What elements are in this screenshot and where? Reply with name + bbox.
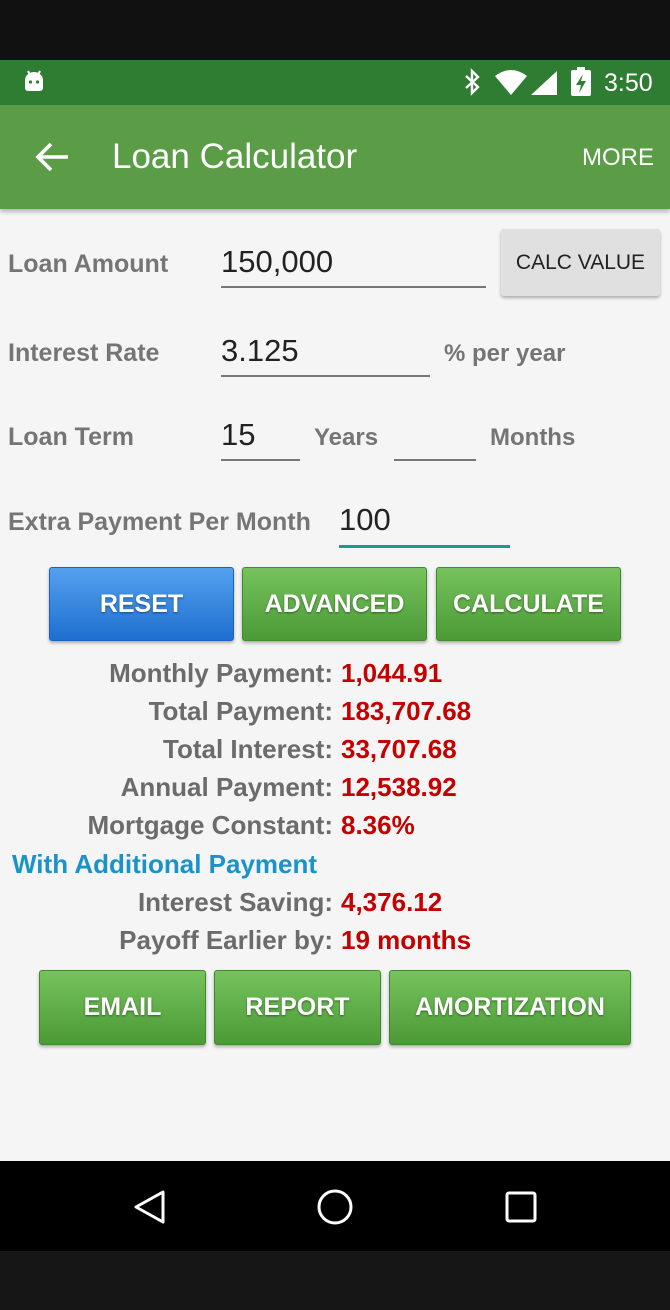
loan-term-label: Loan Term [8,423,134,451]
result-label: Total Interest: [163,734,333,764]
loan-term-years-input[interactable]: 15 [221,416,300,461]
result-row-payoff-earlier: Payoff Earlier by: 19 months [0,922,670,958]
loan-amount-label: Loan Amount [8,250,169,278]
bluetooth-icon [465,68,480,96]
battery-charging-icon [571,67,591,96]
calculate-button[interactable]: CALCULATE [436,567,621,641]
top-black-area [0,0,670,60]
result-row-total-interest: Total Interest: 33,707.68 [0,731,670,767]
result-label: Interest Saving: [137,887,333,917]
email-button[interactable]: EMAIL [39,970,206,1045]
arrow-left-icon[interactable] [34,141,70,173]
result-value: 12,538.92 [341,772,457,802]
result-label: Monthly Payment: [109,658,333,688]
loan-term-years-value: 15 [221,417,256,452]
bottom-black-area [0,1251,670,1310]
advanced-button[interactable]: ADVANCED [242,567,427,641]
extra-payment-value: 100 [339,502,391,537]
result-row-monthly-payment: Monthly Payment: 1,044.91 [0,655,670,691]
loan-amount-value: 150,000 [221,244,334,279]
system-navigation-bar [0,1161,670,1251]
result-row-annual-payment: Annual Payment: 12,538.92 [0,769,670,805]
extra-payment-label: Extra Payment Per Month [8,508,311,536]
cell-signal-icon [531,71,557,95]
interest-unit-label: % per year [444,340,566,367]
loan-amount-input[interactable]: 150,000 [221,243,486,288]
amortization-button[interactable]: AMORTIZATION [389,970,631,1045]
result-value: 183,707.68 [341,696,472,726]
result-value: 19 months [341,925,472,955]
result-label: Payoff Earlier by: [119,925,333,955]
result-value: 4,376.12 [341,887,443,917]
app-bar: Loan Calculator MORE [0,105,670,209]
report-button[interactable]: REPORT [214,970,381,1045]
result-row-total-payment: Total Payment: 183,707.68 [0,693,670,729]
years-label: Years [314,424,379,451]
result-label: Total Payment: [148,696,333,726]
android-notification-icon [25,70,43,91]
reset-button[interactable]: RESET [49,567,234,641]
months-label: Months [490,424,576,451]
interest-rate-input[interactable]: 3.125 [221,332,430,377]
result-value: 33,707.68 [341,734,457,764]
page-title: Loan Calculator [112,137,358,176]
status-time: 3:50 [604,69,653,97]
loan-term-months-input[interactable] [394,416,476,461]
more-menu-button[interactable]: MORE [582,143,654,173]
status-bar: 3:50 [0,60,670,105]
interest-rate-value: 3.125 [221,333,299,368]
wifi-icon [495,70,527,95]
home-circle-icon[interactable] [316,1188,354,1226]
result-label: Mortgage Constant: [87,810,333,840]
calculator-content: Loan Amount 150,000 CALC VALUE Interest … [0,209,670,1161]
result-value: 8.36% [341,810,415,840]
result-row-interest-saving: Interest Saving: 4,376.12 [0,884,670,920]
back-triangle-icon[interactable] [132,1189,166,1225]
interest-rate-label: Interest Rate [8,339,160,367]
result-label: Annual Payment: [120,772,333,802]
result-row-mortgage-constant: Mortgage Constant: 8.36% [0,807,670,843]
extra-payment-input[interactable]: 100 [339,501,510,548]
result-value: 1,044.91 [341,658,443,688]
recents-square-icon[interactable] [504,1190,538,1224]
additional-payment-heading: With Additional Payment [12,849,318,879]
calc-value-button[interactable]: CALC VALUE [501,229,660,296]
